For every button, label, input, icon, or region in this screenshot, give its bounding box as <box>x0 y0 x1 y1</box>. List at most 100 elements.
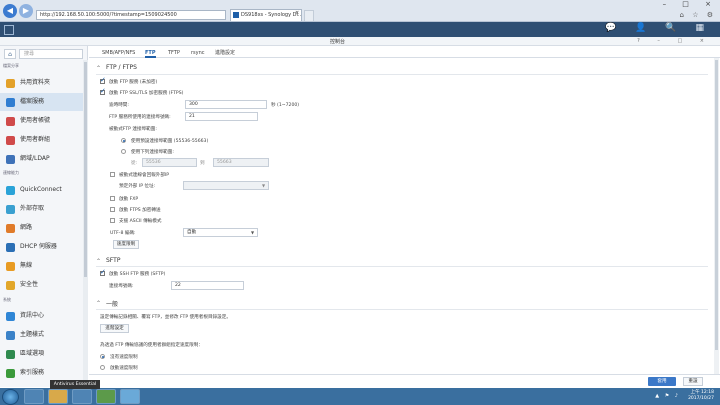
section-connectivity: 連線能力 <box>3 170 19 175</box>
tab-rsync[interactable]: rsync <box>191 48 205 58</box>
sidebar-item-info-center[interactable]: 資訊中心 <box>0 307 88 325</box>
utf8-label: UTF-8 編碼: <box>110 231 136 236</box>
explorer-taskbar-icon[interactable] <box>48 389 68 404</box>
regional-icon <box>6 350 15 359</box>
ascii-label: 支援 ASCII 傳輸模式 <box>119 219 162 224</box>
window-buttons[interactable]: ? – □ × <box>637 38 712 44</box>
custom-range-label: 使用下列連接埠範圍: <box>131 150 174 155</box>
enable-sftp-checkbox[interactable] <box>100 268 106 276</box>
shield-icon <box>6 281 15 290</box>
collapse-icon[interactable]: ⌃ <box>96 300 101 307</box>
tab-advanced[interactable]: 進階設定 <box>215 48 235 58</box>
sidebar-item-dhcp[interactable]: DHCP 伺服器 <box>0 238 88 256</box>
dsm-bar-icons[interactable]: 💬 👤 🔍 ▦ <box>605 23 712 33</box>
media-taskbar-icon[interactable] <box>72 389 92 404</box>
external-ip-address-label: 預定外部 IP 位址: <box>119 184 156 189</box>
new-tab-button[interactable] <box>304 10 314 21</box>
back-button[interactable]: ◀ <box>3 4 17 18</box>
external-ip-checkbox[interactable] <box>110 172 115 177</box>
close-tab-icon[interactable]: × <box>295 10 299 16</box>
fxp-checkbox[interactable] <box>110 196 115 201</box>
address-bar[interactable]: http://192.168.50.100:5000/?timestamp=15… <box>36 10 226 20</box>
info-icon <box>6 312 15 321</box>
utf8-select[interactable]: 自動 <box>183 228 258 237</box>
clock-date: 2017/10/27 <box>688 396 714 401</box>
sftp-port-input[interactable]: 22 <box>171 281 244 290</box>
sidebar-item-theme[interactable]: 主題樣式 <box>0 326 88 344</box>
timeout-input[interactable]: 300 <box>185 100 267 109</box>
browser-toolbar-icons[interactable]: ⌂ ☆ ⚙ <box>680 11 716 19</box>
divider <box>96 74 708 75</box>
reset-button[interactable]: 重設 <box>683 377 703 386</box>
port-label: FTP 服務所使用的連接埠號碼: <box>109 115 171 120</box>
sidebar-item-group[interactable]: 使用者群組 <box>0 131 88 149</box>
default-range-radio[interactable] <box>121 138 126 143</box>
window-title: 控制台 <box>330 39 346 45</box>
to-input[interactable]: 55663 <box>213 158 269 167</box>
footer-bar <box>89 374 720 388</box>
custom-range-radio[interactable] <box>121 149 126 154</box>
timeout-unit: 秒 (1~7200) <box>271 103 300 108</box>
fxp-label: 啟動 FXP <box>119 197 139 202</box>
speed-limit-button[interactable]: 速度限制 <box>113 240 139 249</box>
sidebar-item-regional[interactable]: 區域選項 <box>0 345 88 363</box>
no-limit-radio[interactable] <box>100 354 105 359</box>
external-ip-label: 被動式連線會回報外部IP <box>119 173 170 178</box>
general-section-title: 一般 <box>106 301 119 308</box>
sidebar-item-wireless[interactable]: 無線 <box>0 257 88 275</box>
wireless-icon <box>6 262 15 271</box>
group-icon <box>6 136 15 145</box>
tab-tftp[interactable]: TFTP <box>168 48 180 58</box>
window-controls[interactable]: – □ × <box>663 0 718 8</box>
tab-ftp[interactable]: FTP <box>145 48 156 58</box>
user-icon <box>6 117 15 126</box>
default-range-label: 使用預設連接埠範圍 (55536-55663) <box>131 139 209 144</box>
sidebar-item-security[interactable]: 安全性 <box>0 276 88 294</box>
divider <box>96 309 708 310</box>
home-icon[interactable]: ⌂ <box>4 49 16 59</box>
general-advanced-button[interactable]: 進階設定 <box>100 324 129 333</box>
enable-limit-radio[interactable] <box>100 365 105 370</box>
app-taskbar-icon[interactable] <box>120 389 140 404</box>
main-menu-icon[interactable] <box>4 25 14 35</box>
control-panel-titlebar <box>0 37 720 46</box>
from-input[interactable]: 55536 <box>142 158 197 167</box>
start-button[interactable] <box>2 389 19 405</box>
collapse-icon[interactable]: ⌃ <box>96 258 101 265</box>
browser-tab[interactable]: DS918xs - Synology Di... <box>230 9 302 21</box>
chrome-taskbar-icon[interactable] <box>96 389 116 404</box>
apply-button[interactable]: 套用 <box>648 377 676 386</box>
sidebar-item-shared-folder[interactable]: 共用資料夾 <box>0 74 88 92</box>
file-services-icon <box>6 98 15 107</box>
enable-ftp-checkbox[interactable] <box>100 76 106 84</box>
forward-button[interactable]: ▶ <box>19 4 33 18</box>
clock[interactable]: 上午 12:18 2017/10/27 <box>688 390 714 402</box>
folder-icon <box>6 79 15 88</box>
search-input[interactable]: 搜尋 <box>19 49 83 59</box>
enable-sftp-label: 啟動 SSH FTP 服務 (SFTP) <box>109 272 166 277</box>
system-tray-icons[interactable]: ▲ ⚑ ♪ <box>655 393 680 399</box>
sidebar-item-quickconnect[interactable]: QuickConnect <box>0 181 88 199</box>
ascii-checkbox[interactable] <box>110 218 115 223</box>
timeout-label: 逾時時間: <box>109 103 129 108</box>
ie-taskbar-icon[interactable] <box>24 389 44 404</box>
enable-ftps-label: 啟動 FTP SSL/TLS 加密服務 (FTPS) <box>109 91 184 96</box>
sidebar-item-file-services[interactable]: 檔案服務 <box>0 93 88 111</box>
sidebar-item-network[interactable]: 網路 <box>0 219 88 237</box>
sidebar-item-external-access[interactable]: 外部存取 <box>0 200 88 218</box>
ftps-forward-checkbox[interactable] <box>110 207 115 212</box>
ftp-section-title: FTP / FTPS <box>106 64 137 71</box>
passive-range-label: 被動式FTP 連接埠範圍: <box>109 127 157 132</box>
content-scrollbar-thumb[interactable] <box>715 60 718 350</box>
collapse-icon[interactable]: ⌃ <box>96 65 101 72</box>
port-input[interactable]: 21 <box>185 112 258 121</box>
tab-smb[interactable]: SMB/AFP/NFS <box>102 48 135 58</box>
sftp-section-title: SFTP <box>106 257 121 264</box>
dhcp-icon <box>6 243 15 252</box>
sidebar-item-user[interactable]: 使用者帳號 <box>0 112 88 130</box>
sidebar-scrollbar-thumb[interactable] <box>84 62 87 277</box>
enable-ftps-checkbox[interactable] <box>100 87 106 95</box>
speed-limit-description: 為透過 FTP 傳輸協議的使用者群組指定速度限制： <box>100 343 203 348</box>
sidebar-item-domain[interactable]: 網域/LDAP <box>0 150 88 168</box>
external-ip-select[interactable] <box>183 181 269 190</box>
